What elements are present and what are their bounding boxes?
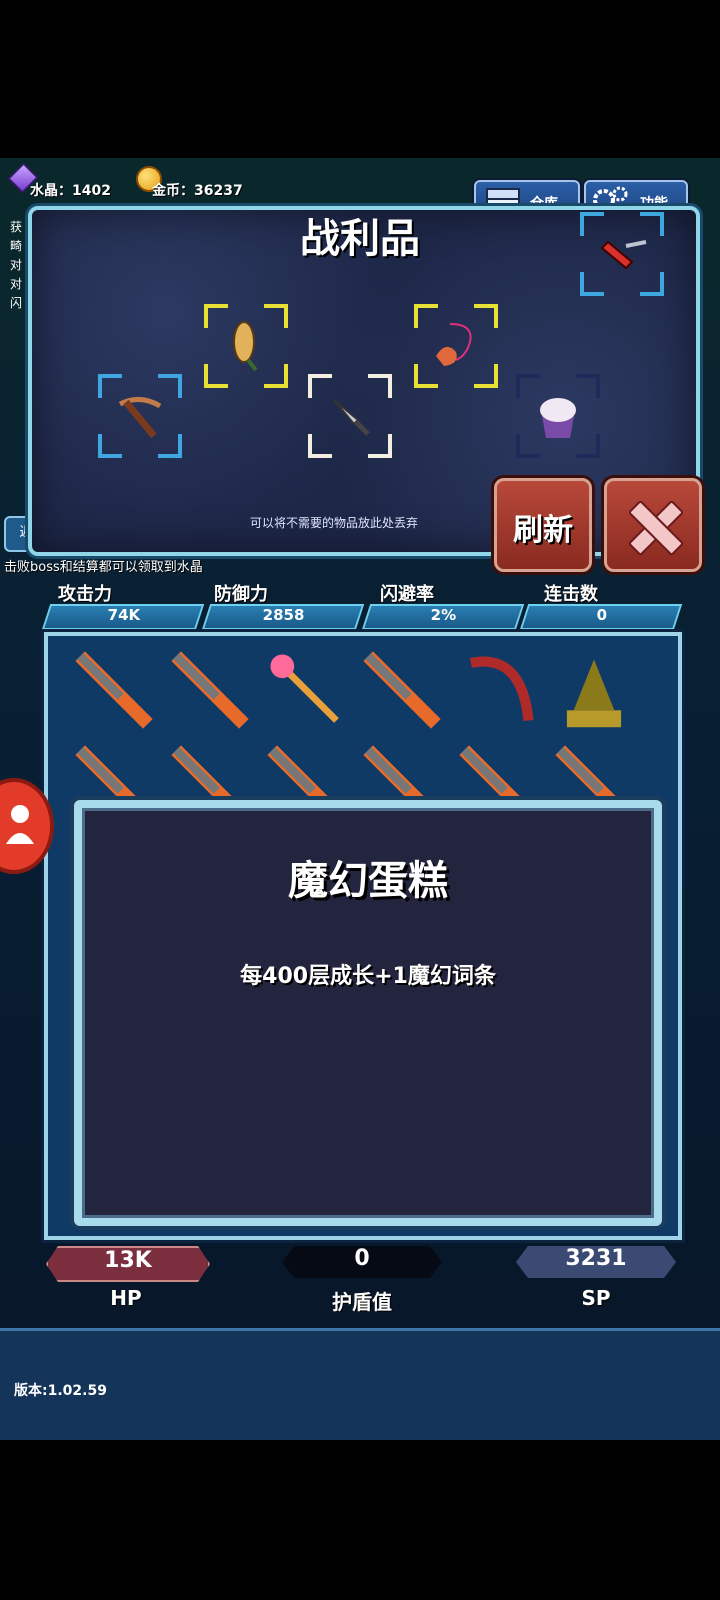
loot-slot-crossbow[interactable] — [98, 374, 182, 458]
hp-value: 13K — [46, 1246, 210, 1282]
stat-defense-label: 防御力 — [214, 584, 268, 605]
footer-panel — [0, 1328, 720, 1440]
flame-sword-icon — [171, 651, 249, 729]
discard-hint: 可以将不需要的物品放此处丢弃 — [250, 516, 419, 530]
shadow-amulet-icon — [436, 323, 472, 366]
item-detail-title: 魔幻蛋糕 — [288, 858, 448, 904]
refresh-label: 刷新 — [513, 513, 573, 548]
red-scythe-icon — [469, 656, 534, 722]
crystal-hint: 击败boss和结算都可以领取到水晶 — [4, 560, 203, 575]
inventory-slot[interactable] — [550, 646, 638, 734]
stat-dodge-value: 2% — [361, 604, 525, 630]
golden-dragon-statue-icon — [566, 659, 622, 728]
flame-sword-icon — [75, 651, 153, 729]
gold-count: 金币：36237 — [152, 183, 243, 199]
inventory-slot[interactable] — [262, 646, 350, 734]
pink-staff-icon — [270, 654, 339, 723]
hp-label: HP — [110, 1286, 142, 1310]
inventory-slot[interactable] — [454, 646, 542, 734]
stat-combo-value: 0 — [519, 604, 683, 630]
version-text: 版本:1.02.59 — [14, 1383, 107, 1399]
loot-slot-magic-cake[interactable] — [516, 374, 600, 458]
crystal-count: 水晶：1402 — [30, 183, 111, 199]
close-button[interactable] — [604, 478, 702, 572]
stats-row: 攻击力 74K 防御力 2858 闪避率 2% 连击数 0 — [0, 578, 720, 630]
sp-label: SP — [581, 1286, 611, 1310]
inventory-slot[interactable] — [358, 646, 446, 734]
inventory-slot[interactable] — [166, 646, 254, 734]
golden-corn-icon — [233, 321, 258, 372]
kunai-icon — [333, 399, 370, 436]
sp-value: 3231 — [516, 1246, 676, 1278]
vitals-bar: 13K HP 0 护盾值 3231 SP — [0, 1246, 720, 1326]
clipped-char: 对 — [10, 277, 23, 291]
stat-attack-value: 74K — [41, 604, 205, 630]
inventory-slot[interactable] — [70, 646, 158, 734]
flame-sword-icon — [363, 651, 441, 729]
item-detail-popup: 魔幻蛋糕 每400层成长+1魔幻词条 — [74, 800, 662, 1226]
stat-dodge-label: 闪避率 — [380, 584, 434, 605]
crossbow-icon — [118, 397, 162, 439]
red-knife-icon — [600, 240, 647, 270]
shield-value: 0 — [282, 1246, 442, 1278]
game-screen: 水晶：1402 金币：36237 仓库 功能 获 畸 对 对 闪 返 战利品 可… — [0, 158, 720, 1440]
loot-slot-kunai[interactable] — [308, 374, 392, 458]
item-detail-description: 每400层成长+1魔幻词条 — [240, 964, 496, 989]
person-icon — [6, 805, 34, 844]
stat-combo-label: 连击数 — [544, 584, 598, 605]
loot-slot-golden-corn[interactable] — [204, 304, 288, 388]
magic-cake-icon — [540, 398, 576, 438]
shield-label: 护盾值 — [332, 1290, 392, 1314]
close-icon — [627, 499, 681, 553]
clipped-char: 闪 — [10, 296, 23, 310]
loot-slot-red-knife[interactable] — [580, 212, 664, 296]
refresh-button[interactable]: 刷新 — [494, 478, 592, 572]
stat-attack-label: 攻击力 — [58, 584, 112, 605]
stat-defense-value: 2858 — [201, 604, 365, 630]
loot-slot-shadow-amulet[interactable] — [414, 304, 498, 388]
